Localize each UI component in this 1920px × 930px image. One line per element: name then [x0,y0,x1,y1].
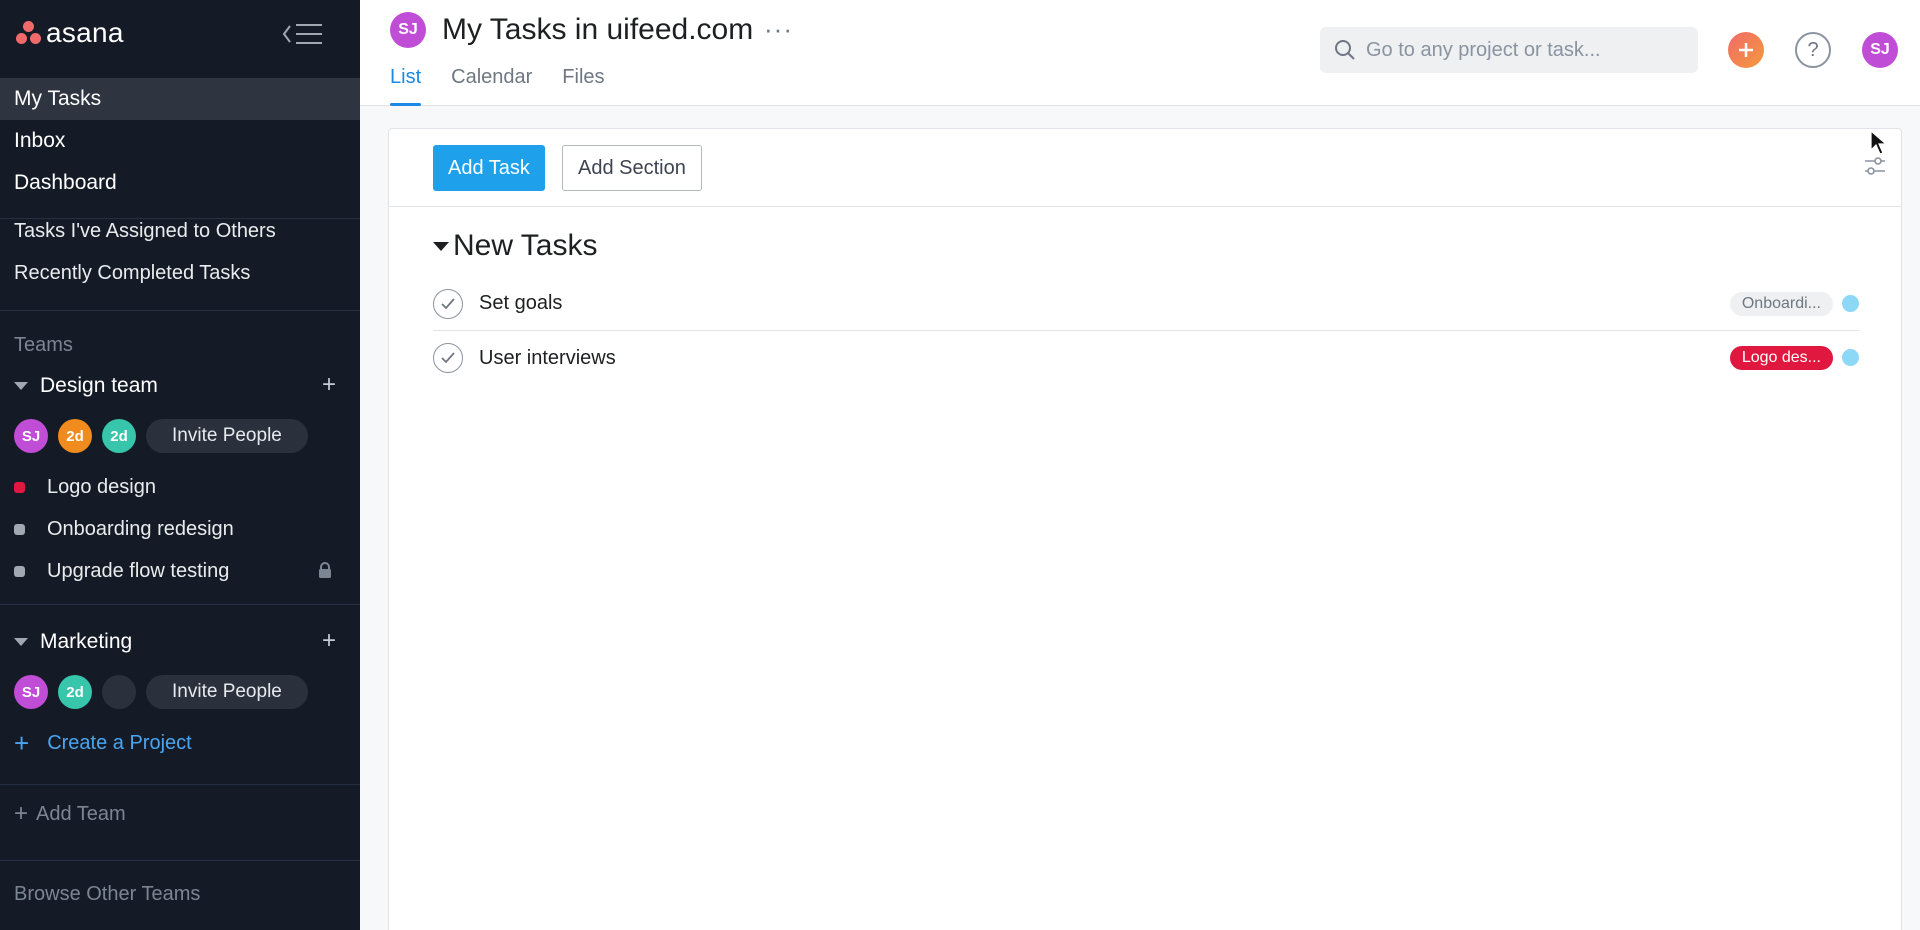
sidebar-divider [0,310,360,311]
avatar[interactable]: 2d [58,675,92,709]
nav-recently-completed-tasks[interactable]: Recently Completed Tasks [0,252,360,294]
task-name[interactable]: User interviews [479,347,616,370]
project-onboarding-redesign[interactable]: Onboarding redesign [14,512,344,546]
tab-files[interactable]: Files [562,66,604,106]
project-logo-design[interactable]: Logo design [14,470,344,504]
mouse-cursor-icon [1870,130,1888,155]
page-title: My Tasks in uifeed.com [442,13,754,46]
project-name: Logo design [47,475,156,498]
sidebar-divider [0,860,360,861]
plus-icon: + [14,728,30,758]
view-tabs: List Calendar Files [390,66,635,106]
caret-down-icon [14,382,28,390]
view-settings-icon[interactable] [1863,155,1887,177]
checkmark-icon [441,352,455,364]
collapse-sidebar-icon[interactable] [282,22,324,46]
complete-task-checkbox[interactable] [433,288,463,319]
project-name: Onboarding redesign [47,517,234,540]
avatar[interactable]: SJ [14,419,48,453]
project-tag[interactable]: Onboardi... [1729,292,1833,316]
project-name: Upgrade flow testing [47,559,230,582]
teams-label: Teams [14,334,73,356]
checkmark-icon [441,297,455,309]
search-icon [1335,40,1355,60]
due-date-dot[interactable] [1842,295,1859,312]
task-row[interactable]: Set goals Onboardi... [433,277,1859,331]
create-project-link[interactable]: + Create a Project [14,726,192,760]
plus-icon: + [14,800,29,827]
project-color-dot [14,523,25,535]
nav-inbox[interactable]: Inbox [0,120,360,162]
sidebar: asana My Tasks Inbox Dashboard Tasks I'v… [0,0,360,930]
invite-people-button[interactable]: Invite People [146,419,308,453]
team-members-marketing: SJ 2d Invite People [14,675,308,709]
project-tag[interactable]: Logo des... [1729,346,1833,370]
avatar-placeholder[interactable] [102,675,136,709]
caret-down-icon [433,241,449,251]
tab-list[interactable]: List [390,66,422,106]
add-member-icon[interactable]: + [322,373,336,397]
create-project-label: Create a Project [47,731,192,754]
due-date-dot[interactable] [1842,349,1859,366]
add-section-button[interactable]: Add Section [562,145,702,191]
search-bar[interactable] [1320,27,1698,73]
add-member-icon[interactable]: + [322,629,336,653]
lock-icon [319,562,331,578]
nav-dashboard[interactable]: Dashboard [0,162,360,204]
nav-my-tasks[interactable]: My Tasks [0,78,360,120]
invite-people-button[interactable]: Invite People [146,675,308,709]
logo-text: asana [46,17,124,48]
list-toolbar: Add Task Add Section [389,129,1901,207]
team-header-design-team[interactable]: Design team + [14,369,344,403]
more-options-icon[interactable]: ··· [764,14,793,45]
project-color-dot [14,565,25,577]
tab-calendar[interactable]: Calendar [451,66,532,106]
project-upgrade-flow-testing[interactable]: Upgrade flow testing [14,554,344,588]
plus-icon [1739,43,1753,57]
avatar[interactable]: SJ [14,675,48,709]
sidebar-divider [0,604,360,605]
top-header: SJ My Tasks in uifeed.com ··· List Calen… [360,0,1920,106]
project-color-dot [14,481,25,493]
team-name: Design team [40,374,158,397]
team-header-marketing[interactable]: Marketing + [14,625,344,659]
add-task-button[interactable]: Add Task [433,145,545,191]
task-name[interactable]: Set goals [479,292,562,315]
browse-other-teams-link[interactable]: Browse Other Teams [14,883,200,906]
quick-add-button[interactable] [1728,32,1764,68]
task-list-panel: Add Task Add Section New Tasks Set goals… [388,128,1902,930]
add-team-link[interactable]: + Add Team [14,797,126,831]
asana-logo[interactable]: asana [16,17,124,48]
search-input[interactable] [1366,38,1686,62]
asana-logo-icon [16,21,42,45]
help-button[interactable]: ? [1795,32,1831,68]
user-avatar[interactable]: SJ [1862,32,1898,68]
caret-down-icon [14,638,28,646]
section-title: New Tasks [453,229,598,262]
nav-tasks-assigned-to-others[interactable]: Tasks I've Assigned to Others [0,210,360,252]
section-header-new-tasks[interactable]: New Tasks [433,229,598,263]
avatar[interactable]: 2d [102,419,136,453]
complete-task-checkbox[interactable] [433,343,463,373]
header-avatar: SJ [390,12,426,48]
team-name: Marketing [40,630,133,653]
sidebar-divider [0,784,360,785]
task-row[interactable]: User interviews Logo des... [433,331,1859,385]
avatar[interactable]: 2d [58,419,92,453]
add-team-label: Add Team [36,802,126,825]
team-members-design: SJ 2d 2d Invite People [14,419,308,453]
